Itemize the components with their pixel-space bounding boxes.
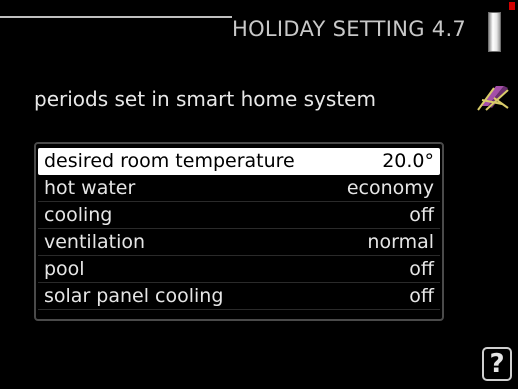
setting-label: ventilation [44,231,146,253]
setting-label: desired room temperature [44,150,295,172]
setting-row-ventilation[interactable]: ventilation normal [38,229,440,256]
setting-value: normal [367,231,434,253]
setting-label: cooling [44,204,113,226]
setting-label: pool [44,258,85,280]
setting-value: off [409,204,434,226]
help-button[interactable]: ? [482,347,512,381]
deck-chair-icon [477,86,509,111]
alarm-indicator [509,2,515,10]
section-heading: periods set in smart home system [34,87,376,111]
setting-label: hot water [44,177,136,199]
setting-row-hot-water[interactable]: hot water economy [38,175,440,202]
setting-row-cooling[interactable]: cooling off [38,202,440,229]
settings-list: desired room temperature 20.0° hot water… [34,142,444,321]
setting-row-solar-panel-cooling[interactable]: solar panel cooling off [38,283,440,310]
header-divider-line [0,16,232,18]
setting-label: solar panel cooling [44,285,224,307]
setting-value: 20.0° [382,150,434,172]
page-title: HOLIDAY SETTING 4.7 [232,17,467,41]
help-icon: ? [489,349,505,379]
setting-value: off [409,285,434,307]
setting-value: economy [346,177,434,199]
setting-value: off [409,258,434,280]
thermometer-icon [488,12,501,52]
setting-row-pool[interactable]: pool off [38,256,440,283]
setting-row-desired-room-temperature[interactable]: desired room temperature 20.0° [38,148,440,175]
